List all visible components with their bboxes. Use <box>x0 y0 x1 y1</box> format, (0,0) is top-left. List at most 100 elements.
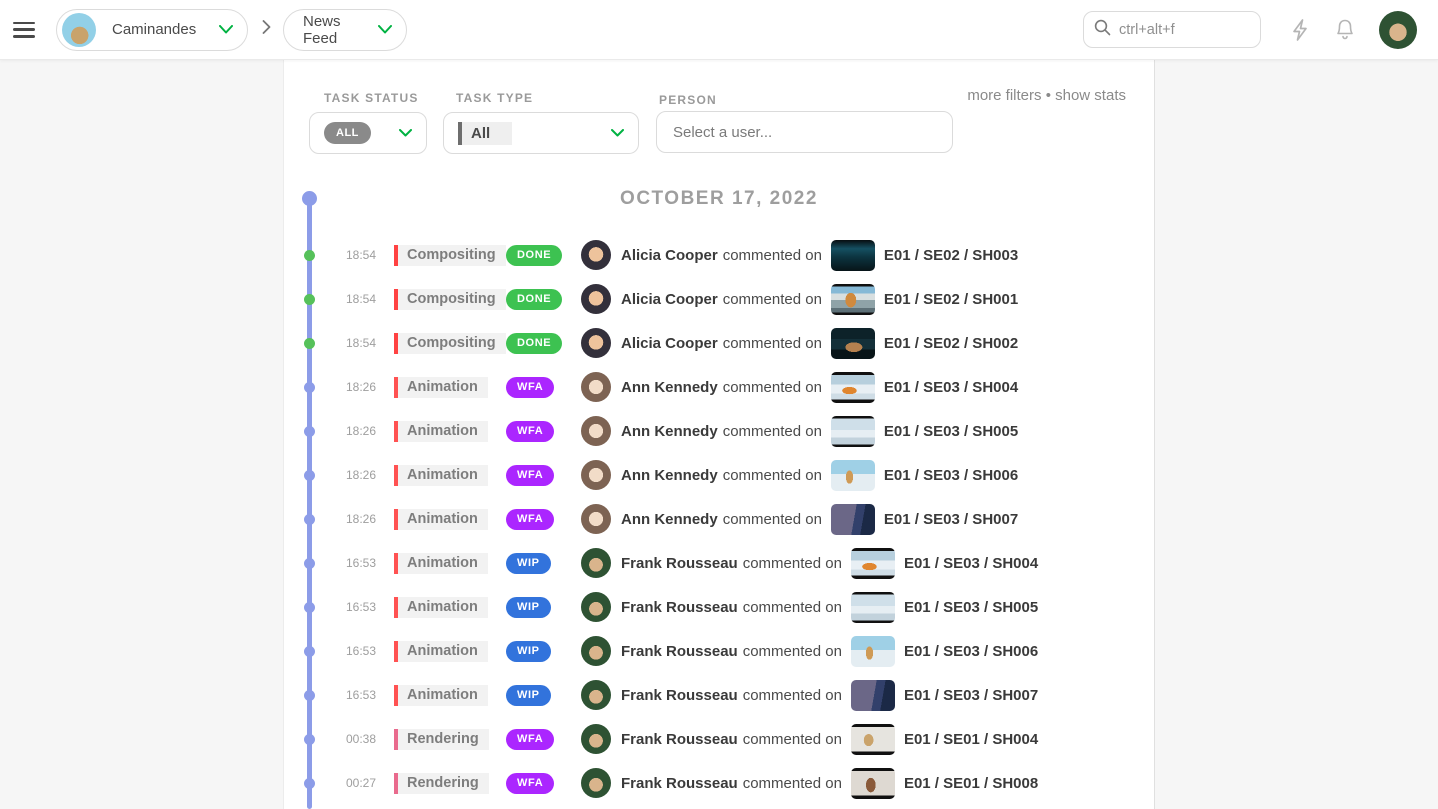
production-name: Caminandes <box>112 21 219 38</box>
task-type-chip: Rendering <box>394 729 489 750</box>
entity-name[interactable]: E01 / SE03 / SH006 <box>884 467 1018 484</box>
main-area: TASK STATUS ALL TASK TYPE All PERSON mor… <box>0 60 1438 809</box>
person-name[interactable]: Frank Rousseau <box>621 643 738 660</box>
task-status-badge[interactable]: WIP <box>506 641 551 662</box>
task-status-badge[interactable]: WFA <box>506 509 554 530</box>
entity-name[interactable]: E01 / SE03 / SH005 <box>884 423 1018 440</box>
entry-time: 16:53 <box>284 600 376 614</box>
person-name[interactable]: Frank Rousseau <box>621 687 738 704</box>
date-header: OCTOBER 17, 2022 <box>284 188 1154 210</box>
entity-name[interactable]: E01 / SE03 / SH006 <box>904 643 1038 660</box>
person-name[interactable]: Frank Rousseau <box>621 775 738 792</box>
notifications-bell-icon[interactable] <box>1335 18 1355 41</box>
person-name[interactable]: Alicia Cooper <box>621 247 718 264</box>
task-type-chip: Compositing <box>394 333 506 354</box>
task-status-badge[interactable]: WFA <box>506 377 554 398</box>
person-name[interactable]: Frank Rousseau <box>621 555 738 572</box>
shot-thumbnail[interactable] <box>831 504 875 535</box>
search-input[interactable] <box>1119 22 1249 38</box>
more-filters-link[interactable]: more filters <box>967 87 1041 104</box>
menu-icon[interactable] <box>13 22 35 38</box>
shot-thumbnail[interactable] <box>831 328 875 359</box>
person-avatar <box>581 284 611 314</box>
shot-thumbnail[interactable] <box>831 284 875 315</box>
global-search[interactable] <box>1083 11 1261 48</box>
task-type-chip: Animation <box>394 421 488 442</box>
person-avatar <box>581 240 611 270</box>
person-avatar <box>581 372 611 402</box>
task-status-badge[interactable]: WFA <box>506 421 554 442</box>
person-name[interactable]: Ann Kennedy <box>621 379 718 396</box>
chevron-down-icon <box>399 124 412 142</box>
timeline-dot <box>304 338 315 349</box>
task-type-chip: Animation <box>394 597 488 618</box>
production-switcher[interactable]: Caminandes <box>56 9 248 51</box>
shot-thumbnail[interactable] <box>851 636 895 667</box>
task-status-badge[interactable]: DONE <box>506 245 562 266</box>
task-type-value: All <box>458 122 512 145</box>
show-stats-link[interactable]: show stats <box>1055 87 1126 104</box>
entity-name[interactable]: E01 / SE03 / SH005 <box>904 599 1038 616</box>
news-entry-row: 16:53 Animation WIP Frank Rousseau comme… <box>284 541 1154 585</box>
action-text: commented on <box>743 775 842 792</box>
entry-time: 18:26 <box>284 512 376 526</box>
shot-thumbnail[interactable] <box>851 724 895 755</box>
shot-thumbnail[interactable] <box>831 240 875 271</box>
person-name[interactable]: Ann Kennedy <box>621 423 718 440</box>
chevron-down-icon <box>378 21 392 39</box>
task-status-badge[interactable]: DONE <box>506 333 562 354</box>
person-name[interactable]: Alicia Cooper <box>621 291 718 308</box>
task-status-badge[interactable]: WFA <box>506 773 554 794</box>
timeline-dot <box>304 602 315 613</box>
timeline-dot <box>304 734 315 745</box>
entity-name[interactable]: E01 / SE03 / SH004 <box>904 555 1038 572</box>
entity-name[interactable]: E01 / SE02 / SH001 <box>884 291 1018 308</box>
chevron-down-icon <box>611 124 624 142</box>
shot-thumbnail[interactable] <box>831 372 875 403</box>
entity-name[interactable]: E01 / SE02 / SH003 <box>884 247 1018 264</box>
task-type-select[interactable]: All <box>443 112 639 154</box>
task-status-badge[interactable]: WIP <box>506 685 551 706</box>
person-name[interactable]: Ann Kennedy <box>621 511 718 528</box>
links-separator: • <box>1042 87 1056 104</box>
person-name[interactable]: Alicia Cooper <box>621 335 718 352</box>
task-status-badge[interactable]: WIP <box>506 597 551 618</box>
shot-thumbnail[interactable] <box>851 768 895 799</box>
user-avatar[interactable] <box>1379 11 1417 49</box>
action-text: commented on <box>743 599 842 616</box>
entity-name[interactable]: E01 / SE02 / SH002 <box>884 335 1018 352</box>
news-entry-row: 00:27 Rendering WFA Frank Rousseau comme… <box>284 761 1154 805</box>
entity-name[interactable]: E01 / SE03 / SH007 <box>884 511 1018 528</box>
entity-name[interactable]: E01 / SE01 / SH008 <box>904 775 1038 792</box>
shot-thumbnail[interactable] <box>851 548 895 579</box>
entry-time: 00:27 <box>284 776 376 790</box>
task-status-badge[interactable]: DONE <box>506 289 562 310</box>
person-name[interactable]: Frank Rousseau <box>621 731 738 748</box>
person-avatar <box>581 680 611 710</box>
task-type-chip: Animation <box>394 465 488 486</box>
shot-thumbnail[interactable] <box>831 460 875 491</box>
shot-thumbnail[interactable] <box>851 680 895 711</box>
action-text: commented on <box>723 467 822 484</box>
person-name[interactable]: Ann Kennedy <box>621 467 718 484</box>
person-select-input[interactable] <box>656 111 953 153</box>
entity-name[interactable]: E01 / SE03 / SH007 <box>904 687 1038 704</box>
entity-name[interactable]: E01 / SE03 / SH004 <box>884 379 1018 396</box>
task-status-badge[interactable]: WFA <box>506 729 554 750</box>
timesheet-flash-icon[interactable] <box>1289 18 1311 42</box>
task-status-select[interactable]: ALL <box>309 112 427 154</box>
task-type-chip: Animation <box>394 641 488 662</box>
shot-thumbnail[interactable] <box>831 416 875 447</box>
action-text: commented on <box>723 423 822 440</box>
task-type-label: TASK TYPE <box>456 91 533 105</box>
task-status-value: ALL <box>324 122 371 144</box>
task-status-badge[interactable]: WIP <box>506 553 551 574</box>
timeline-dot <box>304 558 315 569</box>
entry-time: 18:26 <box>284 468 376 482</box>
news-entry-row: 18:54 Compositing DONE Alicia Cooper com… <box>284 233 1154 277</box>
person-name[interactable]: Frank Rousseau <box>621 599 738 616</box>
page-selector[interactable]: News Feed <box>283 9 407 51</box>
task-status-badge[interactable]: WFA <box>506 465 554 486</box>
shot-thumbnail[interactable] <box>851 592 895 623</box>
entity-name[interactable]: E01 / SE01 / SH004 <box>904 731 1038 748</box>
